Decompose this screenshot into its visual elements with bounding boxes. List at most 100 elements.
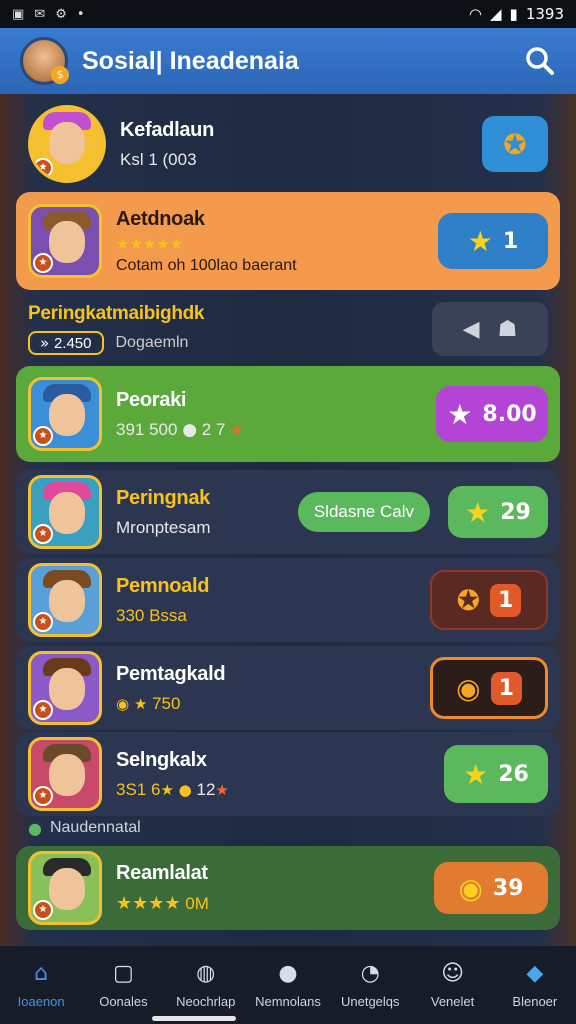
rank-pill[interactable]: ✪ 1 bbox=[430, 570, 548, 630]
highlight-sub: Cotam oh 100lao baerant bbox=[116, 256, 297, 274]
player-name: Selngkalx bbox=[116, 748, 207, 771]
player-extra: 2 7 bbox=[201, 419, 226, 439]
level-badge: ★ bbox=[33, 900, 53, 920]
highlight-name: Aetdnoak bbox=[116, 207, 205, 230]
wifi-icon: ◠ bbox=[468, 5, 482, 23]
player-score: 391 500 bbox=[116, 419, 178, 439]
list-item[interactable]: ★ Pemtagkald ◉ ★ 750 ◉ 1 bbox=[16, 646, 560, 730]
chat-bubble-icon: ◆ bbox=[526, 960, 544, 986]
leaderboard-list[interactable]: ★ Kefadlaun Ksl 1 (003 ✪ ★ Aetdnoak ★★★★… bbox=[0, 94, 576, 946]
dot-icon: • bbox=[76, 6, 85, 22]
section-title: Peringkatmaibighdk bbox=[28, 303, 205, 324]
points-value: 8.00 bbox=[482, 401, 537, 427]
rank-value: 1 bbox=[490, 671, 522, 705]
search-icon bbox=[526, 47, 554, 75]
globe-icon: ◍ bbox=[196, 960, 216, 986]
section-header: Peringkatmaibighdk » 2.450 Dogaemln ◀ ☗ bbox=[16, 298, 560, 360]
treasure-icon: ◉ bbox=[456, 671, 481, 705]
level-badge: ★ bbox=[33, 253, 53, 273]
star-icon: ★ bbox=[467, 224, 493, 258]
settings-icon: ⚙ bbox=[55, 6, 67, 22]
points-value: 26 bbox=[498, 761, 529, 787]
nav-venelet[interactable]: ☺ Venelet bbox=[415, 958, 491, 1010]
points-pill[interactable]: ★ 8.00 bbox=[436, 386, 548, 442]
badge-icon: ✪ bbox=[456, 583, 481, 617]
home-icon: ⌂ bbox=[34, 960, 49, 986]
search-button[interactable] bbox=[524, 45, 556, 77]
bottom-nav: ⌂ Ioaenon ▢ Oonales ◍ Neochrlap ● Nemnolans … bbox=[0, 946, 576, 1024]
megaphone-icon[interactable]: ◀ bbox=[463, 317, 480, 342]
points-value: 29 bbox=[500, 499, 531, 525]
player-name: Reamlalat bbox=[116, 862, 208, 884]
signal-icon: ◢ bbox=[490, 5, 502, 23]
robot-icon[interactable]: ☗ bbox=[498, 317, 518, 342]
rank-value: 1 bbox=[502, 228, 519, 254]
points-pill[interactable]: ★ 29 bbox=[448, 486, 548, 538]
rank-pill[interactable]: ◉ 1 bbox=[430, 657, 548, 719]
rating-stars: ★★★★ bbox=[116, 893, 181, 914]
page-title: Sosial| Ineadenaia bbox=[82, 46, 299, 75]
list-item-partial[interactable]: ● Naudennatal bbox=[16, 816, 560, 840]
level-badge: ★ bbox=[33, 426, 53, 446]
player-extra: 12 bbox=[196, 779, 216, 799]
chat-icon: ◔ bbox=[360, 960, 380, 986]
list-item[interactable]: ★ Pemnoald 330 Bssa ✪ 1 bbox=[16, 558, 560, 642]
list-item[interactable]: ★ Peringnak Mronptesam Sldasne Calv ★ 29 bbox=[16, 470, 560, 554]
check-icon: ● bbox=[28, 818, 42, 838]
level-badge: ★ bbox=[33, 786, 53, 806]
mail-icon: ✉ bbox=[34, 6, 46, 22]
clock-time: 1393 bbox=[525, 5, 564, 23]
nav-blenoer[interactable]: ◆ Blenoer bbox=[497, 958, 573, 1010]
star-icon: ★ bbox=[465, 495, 491, 529]
player-sub: Mronptesam bbox=[116, 517, 211, 537]
profile-name: Kefadlaun bbox=[120, 118, 214, 141]
group-icon: ● bbox=[278, 960, 298, 986]
player-score: 750 bbox=[152, 693, 181, 713]
level-badge: ★ bbox=[33, 158, 53, 178]
player-score: 3S1 6 bbox=[116, 779, 161, 799]
nav-neochrlap[interactable]: ◍ Neochrlap bbox=[168, 958, 244, 1010]
profile-row[interactable]: ★ Kefadlaun Ksl 1 (003 ✪ bbox=[16, 104, 560, 184]
nav-nemnolans[interactable]: ● Nemnolans bbox=[250, 958, 326, 1010]
list-item[interactable]: ★ Selngkalx 3S1 6★ ● 12★ ★ 26 bbox=[16, 732, 560, 816]
player-name: Peringnak bbox=[116, 486, 210, 509]
coin-icon: $ bbox=[51, 66, 69, 84]
section-actions[interactable]: ◀ ☗ bbox=[432, 302, 548, 356]
square-icon: ▢ bbox=[113, 960, 134, 986]
level-badge: ★ bbox=[33, 524, 53, 544]
points-pill[interactable]: ★ 26 bbox=[444, 745, 548, 803]
player-name: Pemtagkald bbox=[116, 662, 226, 685]
points-value: 39 bbox=[492, 875, 524, 901]
profile-sub: Ksl 1 (003 bbox=[120, 149, 197, 169]
status-tag[interactable]: Sldasne Calv bbox=[297, 492, 430, 532]
nav-home[interactable]: ⌂ Ioaenon bbox=[3, 958, 79, 1010]
rating-stars: ★★★★★ bbox=[116, 234, 184, 253]
section-sub: Dogaemln bbox=[115, 334, 189, 351]
player-name: Peoraki bbox=[116, 388, 187, 411]
star-icon: ★ bbox=[447, 397, 473, 431]
list-item[interactable]: ★ Peoraki 391 500 ● 2 7 ★ ★ 8.00 bbox=[16, 366, 560, 462]
coin-stack-icon: ◉ bbox=[458, 871, 483, 905]
star-icon: ★ bbox=[463, 757, 489, 791]
image-icon: ▣ bbox=[12, 6, 25, 22]
face-icon: ☺ bbox=[441, 960, 465, 986]
player-score: 330 Bssa bbox=[116, 605, 187, 625]
badge-icon: ✪ bbox=[503, 127, 527, 161]
user-avatar[interactable]: $ bbox=[20, 37, 69, 85]
rank-value: 1 bbox=[490, 583, 522, 617]
highlight-row[interactable]: ★ Aetdnoak ★★★★★ Cotam oh 100lao baerant… bbox=[16, 192, 560, 290]
app-header: $ Sosial| Ineadenaia bbox=[0, 28, 576, 94]
level-badge: ★ bbox=[33, 612, 53, 632]
home-indicator[interactable] bbox=[152, 1016, 236, 1021]
rank-pill[interactable]: ★ 1 bbox=[438, 213, 548, 269]
nav-unetgelqs[interactable]: ◔ Unetgelqs bbox=[332, 958, 408, 1010]
reward-button[interactable]: ✪ bbox=[482, 116, 548, 172]
partial-row-text: Naudennatal bbox=[49, 819, 141, 836]
player-score: 0M bbox=[185, 894, 209, 913]
status-bar: ▣ ✉ ⚙ • ◠ ◢ ▮ 1393 bbox=[0, 0, 576, 28]
nav-oonales[interactable]: ▢ Oonales bbox=[85, 958, 161, 1010]
battery-icon: ▮ bbox=[509, 5, 518, 23]
list-item[interactable]: ★ Reamlalat ★★★★ 0M ◉ 39 bbox=[16, 846, 560, 930]
points-pill[interactable]: ◉ 39 bbox=[434, 862, 548, 914]
player-name: Pemnoald bbox=[116, 574, 210, 597]
